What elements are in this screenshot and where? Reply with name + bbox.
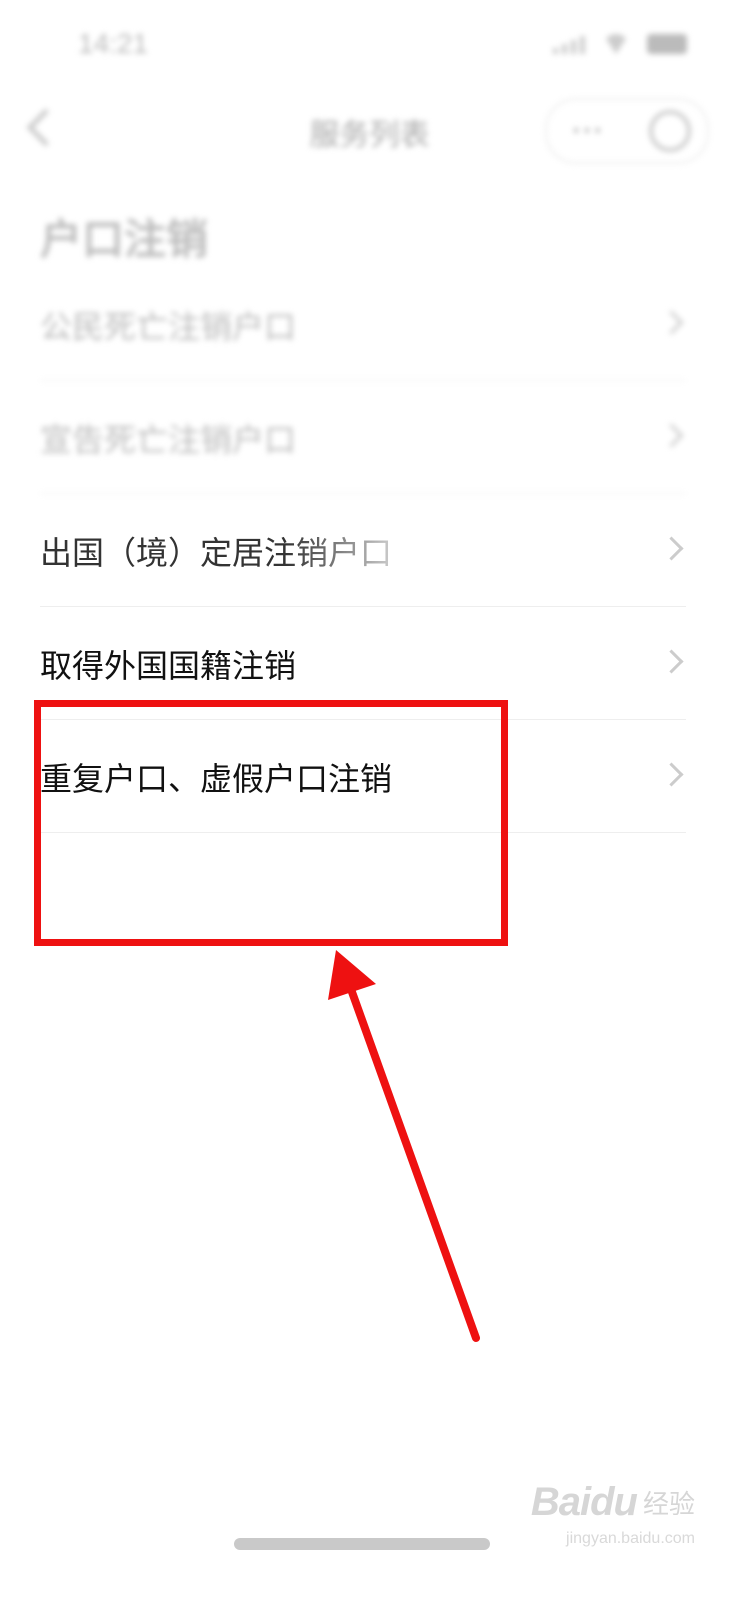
watermark-text: 经验 xyxy=(642,1489,695,1519)
watermark-url: jingyan.baidu.com xyxy=(566,1530,695,1547)
watermark-logo: Baidu xyxy=(530,1480,638,1524)
home-indicator[interactable] xyxy=(234,1538,490,1550)
annotation-arrow xyxy=(328,950,480,1342)
baidu-watermark: Baidu 经验 xyxy=(531,1480,695,1525)
arrow-shaft xyxy=(348,988,480,1342)
